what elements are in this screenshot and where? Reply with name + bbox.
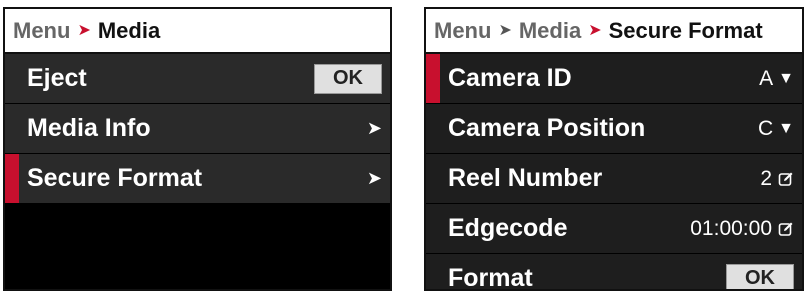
breadcrumb: Menu ➤ Media ➤ Secure Format — [426, 9, 802, 54]
setting-label: Format — [448, 264, 533, 291]
secure-format-panel: Menu ➤ Media ➤ Secure Format Camera ID A… — [424, 7, 804, 291]
edgecode-value: 01:00:00 — [690, 216, 772, 240]
breadcrumb-media: Media — [97, 17, 161, 43]
eject-ok-button[interactable]: OK — [314, 63, 382, 94]
caret-down-icon[interactable]: ▼ — [778, 120, 794, 138]
format-ok-button[interactable]: OK — [726, 263, 794, 289]
setting-camera-id[interactable]: Camera ID A ▼ — [426, 54, 802, 104]
setting-edgecode[interactable]: Edgecode 01:00:00 — [426, 204, 802, 254]
media-menu-panel: Menu ➤ Media Eject OK Media Info ➤ Secur… — [3, 7, 392, 291]
camera-position-value: C — [757, 116, 774, 140]
setting-format[interactable]: Format OK — [426, 254, 802, 291]
breadcrumb: Menu ➤ Media — [5, 9, 390, 54]
setting-label: Edgecode — [448, 214, 568, 242]
menu-item-secure-format[interactable]: Secure Format ➤ — [5, 154, 390, 204]
edit-icon[interactable] — [778, 171, 794, 187]
breadcrumb-menu[interactable]: Menu — [434, 18, 491, 44]
camera-id-value: A — [759, 66, 774, 90]
breadcrumb-separator-icon: ➤ — [498, 21, 512, 39]
reel-number-value: 2 — [760, 166, 772, 190]
menu-item-label: Media Info — [27, 114, 151, 142]
menu-item-label: Eject — [27, 64, 87, 92]
breadcrumb-menu[interactable]: Menu — [13, 18, 70, 44]
breadcrumb-secure-format: Secure Format — [608, 17, 763, 43]
setting-reel-number[interactable]: Reel Number 2 — [426, 154, 802, 204]
selection-indicator — [426, 54, 440, 103]
breadcrumb-separator-icon: ➤ — [588, 21, 602, 39]
chevron-right-icon: ➤ — [366, 118, 382, 138]
selection-indicator — [5, 154, 19, 203]
breadcrumb-separator-icon: ➤ — [77, 21, 91, 39]
breadcrumb-media[interactable]: Media — [519, 18, 581, 44]
caret-down-icon[interactable]: ▼ — [778, 70, 794, 88]
setting-label: Camera Position — [448, 114, 646, 142]
menu-item-eject[interactable]: Eject OK — [5, 54, 390, 104]
edit-icon[interactable] — [778, 221, 794, 237]
chevron-right-icon: ➤ — [366, 168, 382, 188]
setting-label: Camera ID — [448, 64, 572, 92]
menu-item-label: Secure Format — [27, 164, 203, 192]
setting-camera-position[interactable]: Camera Position C ▼ — [426, 104, 802, 154]
setting-label: Reel Number — [448, 164, 603, 192]
menu-item-media-info[interactable]: Media Info ➤ — [5, 104, 390, 154]
